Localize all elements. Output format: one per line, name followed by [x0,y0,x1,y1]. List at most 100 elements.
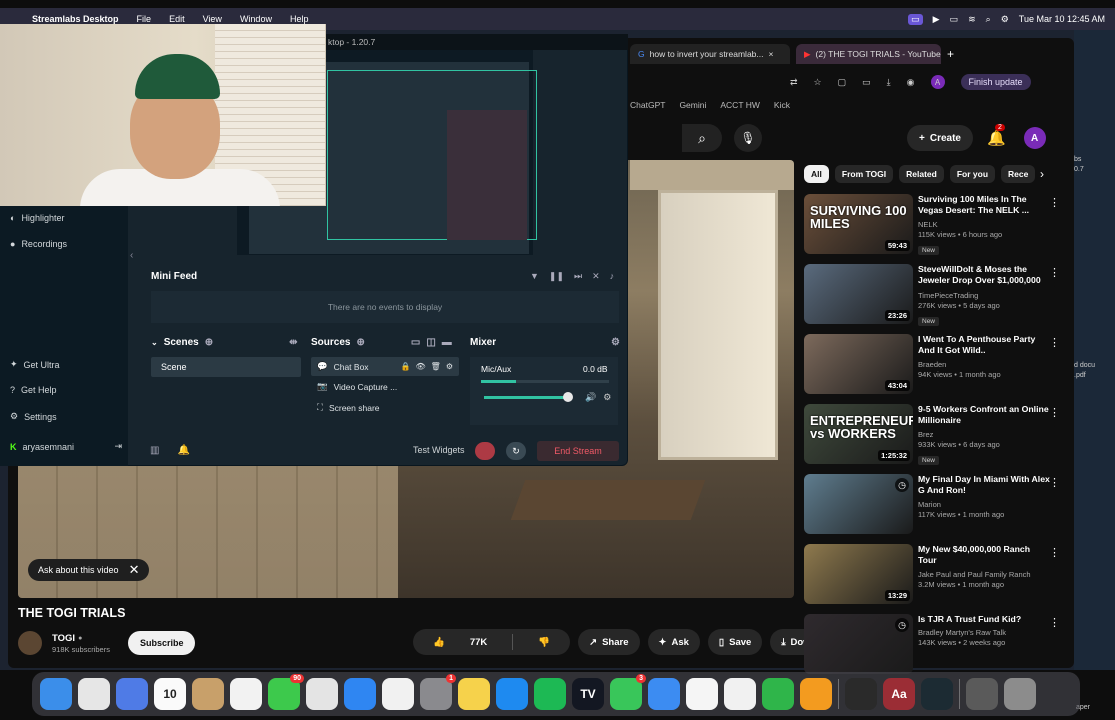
add-source-icon[interactable]: ⊕ [356,337,364,348]
recommendation-channel[interactable]: TimePieceTrading [918,291,1050,300]
dictionary-icon[interactable]: Aa [883,678,915,710]
control-center-icon[interactable] [116,678,148,710]
recommendation-item[interactable]: 13:29 My New $40,000,000 Ranch Tour Jake P… [804,544,1066,609]
search-button[interactable]: ⌕ [682,124,722,152]
app-store-icon[interactable] [496,678,528,710]
gear-icon[interactable]: ⚙ [611,337,620,348]
volume-icon[interactable]: ♪ [610,271,615,282]
translate-icon[interactable]: ⇄ [790,77,798,88]
record-button[interactable] [475,442,495,460]
source-item[interactable]: 📷 Video Capture ... [311,377,459,396]
facetime-icon[interactable]: 3 [610,674,646,710]
scene-transition-icon[interactable]: ⇹ [289,337,297,348]
launchpad-icon[interactable] [78,678,110,710]
more-vert-icon[interactable]: ⋮ [1049,616,1060,629]
recommendation-title[interactable]: Is TJR A Trust Fund Kid? [918,614,1050,625]
recommendation-channel[interactable]: NELK [918,220,1050,229]
dislike-button[interactable]: 👎 [518,629,570,655]
recommendation-item[interactable]: SURVIVING 100 MILES 59:43 Surviving 100 Mi… [804,194,1066,259]
contacts-icon[interactable] [192,678,224,710]
pages-icon[interactable] [800,678,832,710]
mute-icon[interactable]: ✕ [592,271,600,282]
chevron-left-icon[interactable]: ‹ [130,250,133,261]
battery-icon[interactable]: ▭ [950,14,959,25]
source-group-icon[interactable]: ◫ [426,337,435,348]
ask-button[interactable]: ✦ Ask [647,629,700,655]
calendar-icon[interactable]: 10 [154,678,186,710]
extensions-icon[interactable]: ▢ [838,77,847,88]
download-icon[interactable]: ⤓ [887,77,891,88]
streamlabs-obs-icon[interactable] [921,678,953,710]
recommendation-title[interactable]: My Final Day In Miami With Alex G And Ro… [918,474,1050,497]
recommendation-channel[interactable]: Braeden [918,360,1050,369]
bookmark-kick[interactable]: Kick [774,100,790,110]
lens-icon[interactable]: ◉ [907,77,915,88]
recommendation-title[interactable]: My New $40,000,000 Ranch Tour [918,544,1050,567]
gear-icon[interactable]: ⚙ [603,392,611,403]
account-avatar[interactable]: A [1023,127,1046,149]
safari-icon[interactable] [344,678,376,710]
system-settings-icon[interactable]: 1 [420,674,456,710]
filter-icon[interactable]: ▼ [530,271,539,282]
chevron-right-icon[interactable]: › [1040,167,1044,181]
gear-icon[interactable]: ⚙ [446,362,453,371]
menu-file[interactable]: File [137,14,152,24]
chip-all[interactable]: All [804,165,829,183]
video-thumbnail[interactable]: 23:26 [804,264,913,324]
scene-item[interactable]: Scene [151,357,301,377]
menu-view[interactable]: View [203,14,222,24]
nav-recordings[interactable]: ● Recordings [10,239,67,249]
more-vert-icon[interactable]: ⋮ [1049,196,1060,209]
control-center-icon[interactable]: ⚙ [1001,14,1009,25]
chip-recent[interactable]: Rece [1001,165,1036,183]
photos-icon[interactable] [382,678,414,710]
streamlabs-icon[interactable] [845,678,877,710]
eye-icon[interactable]: 👁 [416,362,426,371]
save-button[interactable]: ▯ Save [707,629,763,655]
recommendation-channel[interactable]: Marion [918,500,1050,509]
recommendation-title[interactable]: 9-5 Workers Confront an Online Millionai… [918,404,1050,427]
recommendation-channel[interactable]: Brez [918,430,1050,439]
chrome-icon[interactable] [306,678,338,710]
mail-icon[interactable] [648,678,680,710]
close-icon[interactable]: ✕ [129,562,140,578]
stats-icon[interactable]: ▥ [150,445,159,456]
recommendation-title[interactable]: I Went To A Penthouse Party And It Got W… [918,334,1050,357]
reminders-icon[interactable] [230,678,262,710]
mixer-volume-slider[interactable] [484,396,570,399]
end-stream-button[interactable]: End Stream [537,441,619,461]
video-thumbnail[interactable]: ◷ [804,474,913,534]
ask-about-video-chip[interactable]: Ask about this video ✕ [28,559,150,581]
bookmark-gemini[interactable]: Gemini [679,100,706,110]
wifi-icon[interactable]: ≋ [968,14,976,25]
chip-from-togi[interactable]: From TOGI [834,165,894,183]
source-item[interactable]: ⛶ Screen share [311,398,459,417]
channel-avatar[interactable] [18,631,42,655]
numbers-icon[interactable] [762,678,794,710]
freeform-icon[interactable] [686,678,718,710]
more-vert-icon[interactable]: ⋮ [1049,476,1060,489]
video-thumbnail[interactable]: SURVIVING 100 MILES 59:43 [804,194,913,254]
notifications-button[interactable]: 🔔 2 [987,124,1006,147]
trash-icon[interactable]: 🗑 [431,362,441,371]
recommendation-item[interactable]: 23:26 SteveWillDoIt & Moses the Jeweler D… [804,264,1066,329]
menubar-clock[interactable]: Tue Mar 10 12:45 AM [1019,14,1105,24]
like-button[interactable]: 👍 77K [413,629,507,655]
chip-related[interactable]: Related [899,165,944,183]
spotify-icon[interactable] [534,678,566,710]
close-icon[interactable]: × [768,49,773,59]
recommendation-item[interactable]: ◷ Is TJR A Trust Fund Kid? Bradley Martyn'… [804,614,1066,679]
desktop-file-label[interactable]: 0.7 [1074,166,1084,173]
nav-highlighter[interactable]: ◐ Highlighter [10,213,64,223]
search-icon[interactable]: ⌕ [986,14,991,25]
subscribe-button[interactable]: Subscribe [127,631,196,655]
channel-name-row[interactable]: TOGI ● [52,633,110,644]
sidepanel-icon[interactable]: ▭ [862,77,871,88]
more-vert-icon[interactable]: ⋮ [1049,546,1060,559]
browser-tab-active[interactable]: ▶ (2) THE TOGI TRIALS - YouTube × [796,44,941,64]
video-thumbnail[interactable]: ENTREPRENEUR vs WORKERS 1:25:32 [804,404,913,464]
share-button[interactable]: ↗ Share [578,629,640,655]
more-vert-icon[interactable]: ⋮ [1049,266,1060,279]
screen-record-icon[interactable]: ▭ [908,13,923,25]
finder-icon[interactable] [40,678,72,710]
